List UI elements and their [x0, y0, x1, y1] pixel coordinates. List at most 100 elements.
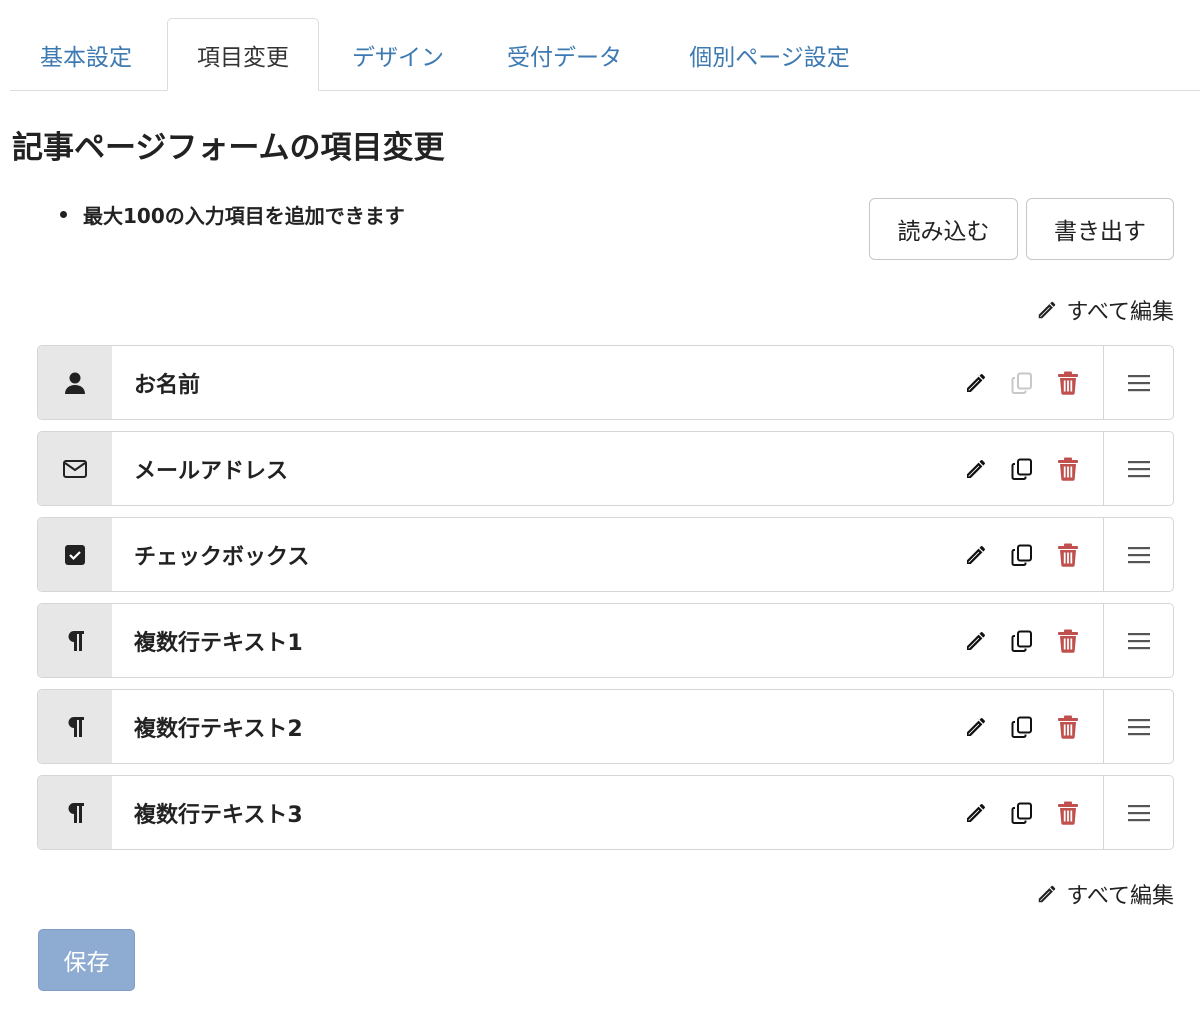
- field-row: 複数行テキスト2: [37, 689, 1174, 764]
- tab-label: 個別ページ設定: [689, 44, 850, 71]
- copy-icon: [1011, 544, 1032, 566]
- tab-design[interactable]: デザイン: [322, 18, 474, 91]
- user-icon: [65, 372, 85, 394]
- drag-handle[interactable]: [1103, 518, 1173, 591]
- field-actions: [953, 518, 1091, 591]
- field-type-cell: [38, 604, 112, 677]
- copy-field-button[interactable]: [999, 360, 1045, 406]
- pencil-icon: [967, 803, 985, 822]
- copy-field-button[interactable]: [999, 704, 1045, 750]
- copy-field-button[interactable]: [999, 790, 1045, 836]
- field-row: お名前: [37, 345, 1174, 420]
- delete-field-button[interactable]: [1045, 446, 1091, 492]
- delete-field-button[interactable]: [1045, 790, 1091, 836]
- drag-handle[interactable]: [1103, 690, 1173, 763]
- tab-label: デザイン: [352, 44, 444, 71]
- field-type-cell: [38, 346, 112, 419]
- paragraph-icon: [68, 630, 84, 651]
- pencil-icon: [967, 459, 985, 478]
- tab-label: 受付データ: [507, 44, 622, 71]
- delete-field-button[interactable]: [1045, 704, 1091, 750]
- trash-icon: [1058, 543, 1078, 567]
- tab-label: 項目変更: [197, 44, 289, 71]
- field-row: 複数行テキスト1: [37, 603, 1174, 678]
- trash-icon: [1058, 457, 1078, 481]
- tab-label: 基本設定: [40, 44, 132, 71]
- drag-handle[interactable]: [1103, 432, 1173, 505]
- field-actions: [953, 346, 1091, 419]
- field-row: 複数行テキスト3: [37, 775, 1174, 850]
- paragraph-icon: [68, 716, 84, 737]
- pencil-icon: [1039, 301, 1056, 319]
- edit-field-button[interactable]: [953, 360, 999, 406]
- tab-field-change[interactable]: 項目変更: [167, 18, 319, 91]
- copy-icon: [1011, 716, 1032, 738]
- field-actions: [953, 690, 1091, 763]
- paragraph-icon: [68, 802, 84, 823]
- edit-field-button[interactable]: [953, 446, 999, 492]
- edit-all-link-bottom[interactable]: すべて編集: [1036, 878, 1174, 910]
- pencil-icon: [967, 545, 985, 564]
- field-actions: [953, 432, 1091, 505]
- import-button[interactable]: 読み込む: [869, 198, 1018, 260]
- field-row: チェックボックス: [37, 517, 1174, 592]
- edit-field-button[interactable]: [953, 704, 999, 750]
- pencil-icon: [967, 717, 985, 736]
- field-label: メールアドレス: [134, 458, 289, 484]
- tab-bar: 基本設定 項目変更 デザイン 受付データ 個別ページ設定: [10, 0, 1200, 91]
- checkbox-icon: [65, 544, 85, 565]
- field-actions: [953, 604, 1091, 677]
- edit-field-button[interactable]: [953, 618, 999, 664]
- copy-field-button[interactable]: [999, 618, 1045, 664]
- field-label: 複数行テキスト1: [134, 630, 303, 656]
- field-type-cell: [38, 776, 112, 849]
- edit-all-link-top[interactable]: すべて編集: [1036, 294, 1174, 326]
- copy-field-button[interactable]: [999, 532, 1045, 578]
- tab-page-settings[interactable]: 個別ページ設定: [672, 18, 867, 91]
- field-label: 複数行テキスト3: [134, 802, 303, 828]
- bars-icon: [1127, 804, 1150, 821]
- tab-basic-settings[interactable]: 基本設定: [10, 18, 162, 91]
- page-title: 記事ページフォームの項目変更: [12, 130, 445, 166]
- delete-field-button[interactable]: [1045, 360, 1091, 406]
- drag-handle[interactable]: [1103, 346, 1173, 419]
- copy-icon: [1011, 458, 1032, 480]
- bars-icon: [1127, 718, 1150, 735]
- envelope-icon: [63, 459, 87, 478]
- edit-all-label: すべて編集: [1066, 300, 1174, 325]
- bars-icon: [1127, 546, 1150, 563]
- field-type-cell: [38, 518, 112, 591]
- field-row: メールアドレス: [37, 431, 1174, 506]
- pencil-icon: [1039, 885, 1056, 903]
- delete-field-button[interactable]: [1045, 532, 1091, 578]
- bars-icon: [1127, 632, 1150, 649]
- trash-icon: [1058, 715, 1078, 739]
- drag-handle[interactable]: [1103, 604, 1173, 677]
- copy-icon: [1011, 372, 1032, 394]
- limit-note: 最大100の入力項目を追加できます: [60, 200, 405, 229]
- drag-handle[interactable]: [1103, 776, 1173, 849]
- pencil-icon: [967, 373, 985, 392]
- field-label: チェックボックス: [134, 544, 310, 570]
- field-actions: [953, 776, 1091, 849]
- edit-field-button[interactable]: [953, 532, 999, 578]
- field-label: 複数行テキスト2: [134, 716, 303, 742]
- field-label: お名前: [134, 372, 201, 398]
- trash-icon: [1058, 629, 1078, 653]
- tab-received-data[interactable]: 受付データ: [487, 18, 642, 91]
- bullet-icon: [60, 211, 67, 218]
- limit-note-text: 最大100の入力項目を追加できます: [83, 204, 405, 228]
- edit-field-button[interactable]: [953, 790, 999, 836]
- copy-icon: [1011, 630, 1032, 652]
- trash-icon: [1058, 801, 1078, 825]
- bars-icon: [1127, 374, 1150, 391]
- field-type-cell: [38, 690, 112, 763]
- copy-field-button[interactable]: [999, 446, 1045, 492]
- trash-icon: [1058, 371, 1078, 395]
- save-button[interactable]: 保存: [38, 929, 135, 991]
- delete-field-button[interactable]: [1045, 618, 1091, 664]
- edit-all-label: すべて編集: [1066, 884, 1174, 909]
- field-type-cell: [38, 432, 112, 505]
- pencil-icon: [967, 631, 985, 650]
- export-button[interactable]: 書き出す: [1026, 198, 1174, 260]
